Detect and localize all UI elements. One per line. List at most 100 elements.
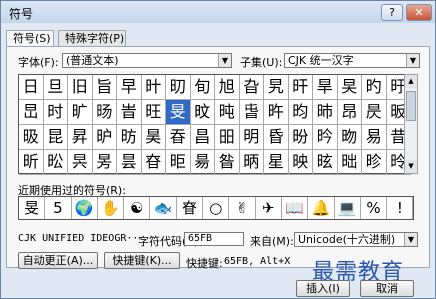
- recent-symbol[interactable]: 🌍: [72, 197, 98, 219]
- symbol-cell[interactable]: 昌: [190, 125, 215, 150]
- recent-symbol[interactable]: 5: [45, 197, 72, 219]
- symbol-cell[interactable]: 旿: [264, 100, 289, 125]
- symbol-cell[interactable]: 旨: [92, 75, 117, 100]
- recent-symbol[interactable]: ✌: [229, 197, 256, 219]
- grid-scrollbar[interactable]: ▲ ▼: [404, 74, 418, 174]
- symbol-cell[interactable]: 旲: [337, 75, 362, 100]
- symbol-cell[interactable]: 昕: [19, 150, 44, 175]
- symbol-cell[interactable]: 昐: [288, 125, 313, 150]
- symbol-cell[interactable]: 昒: [337, 125, 362, 150]
- autocorrect-button[interactable]: 自动更正(A)...: [18, 252, 98, 269]
- symbol-cell[interactable]: 昗: [68, 150, 93, 175]
- from-select-value: Unicode(十六进制): [298, 233, 396, 246]
- symbol-cell[interactable]: 易: [362, 125, 387, 150]
- symbol-cell[interactable]: 昍: [215, 125, 240, 150]
- subset-select[interactable]: CJK 统一汉字 ▼: [284, 53, 420, 68]
- symbol-cell[interactable]: 旮: [239, 75, 264, 100]
- recent-symbol[interactable]: ☯: [124, 197, 151, 219]
- symbol-cell[interactable]: 旼: [190, 100, 215, 125]
- recent-symbol[interactable]: 旻: [19, 197, 46, 219]
- symbol-cell[interactable]: 旺: [141, 100, 166, 125]
- symbol-cell[interactable]: 旭: [215, 75, 240, 100]
- font-select[interactable]: (普通文本) ▼: [62, 53, 232, 68]
- symbol-cell[interactable]: 昞: [239, 150, 264, 175]
- symbol-grid[interactable]: 日旦旧旨早旪旫旬旭旮旯旰旱旲旳旴旵时旷旸旹旺旻旼旽旾旿昀昁昂昃昄昅昆昇昈昉昊昋昌…: [18, 74, 411, 175]
- symbol-cell[interactable]: 昋: [166, 125, 191, 150]
- shortcut-key-button[interactable]: 快捷键(K)...: [104, 252, 180, 269]
- symbol-cell[interactable]: 旻: [166, 100, 191, 125]
- help-button[interactable]: ?: [381, 4, 403, 21]
- recent-symbol[interactable]: ○: [203, 197, 230, 219]
- symbol-cell[interactable]: 明: [239, 125, 264, 150]
- recent-symbol[interactable]: 💻: [335, 197, 361, 219]
- scroll-up-icon[interactable]: ▲: [405, 75, 417, 88]
- symbol-cell[interactable]: 昝: [215, 150, 240, 175]
- symbol-cell[interactable]: 旹: [117, 100, 142, 125]
- symbol-cell[interactable]: 旵: [19, 100, 44, 125]
- symbol-cell[interactable]: 昛: [166, 150, 191, 175]
- window-title: 符号: [9, 7, 34, 21]
- symbol-cell[interactable]: 旸: [92, 100, 117, 125]
- symbol-cell[interactable]: 映: [288, 150, 313, 175]
- recent-symbol[interactable]: 📖: [282, 197, 309, 219]
- cancel-button[interactable]: 取消: [360, 280, 414, 297]
- close-button[interactable]: ✕: [406, 4, 432, 21]
- symbol-cell[interactable]: 昖: [43, 150, 68, 175]
- symbol-cell[interactable]: 昚: [141, 150, 166, 175]
- symbol-cell[interactable]: 昇: [68, 125, 93, 150]
- symbol-cell[interactable]: 昁: [313, 100, 338, 125]
- symbol-cell[interactable]: 昣: [362, 150, 387, 175]
- symbol-cell[interactable]: 旦: [43, 75, 68, 100]
- title-bar[interactable]: 符号 ? ✕: [1, 1, 435, 23]
- chevron-down-icon[interactable]: ▼: [218, 54, 231, 67]
- from-select[interactable]: Unicode(十六进制) ▼: [294, 232, 418, 247]
- tab-symbols[interactable]: 符号(S): [6, 30, 54, 47]
- symbol-cell[interactable]: 昃: [362, 100, 387, 125]
- recent-symbol[interactable]: ✋: [98, 197, 125, 219]
- symbol-cell[interactable]: 旬: [190, 75, 215, 100]
- symbol-cell[interactable]: 旪: [141, 75, 166, 100]
- symbol-cell[interactable]: 昏: [264, 125, 289, 150]
- recent-symbols[interactable]: 旻 5 🌍 ✋ ☯ 🐟 眘 ○ ✌ ✈ 📖 🔔 💻%!: [18, 196, 414, 220]
- symbol-cell[interactable]: 昊: [141, 125, 166, 150]
- symbol-cell[interactable]: 昀: [288, 100, 313, 125]
- symbol-cell[interactable]: 旫: [166, 75, 191, 100]
- symbol-cell[interactable]: 旽: [215, 100, 240, 125]
- symbol-cell[interactable]: 早: [117, 75, 142, 100]
- recent-symbol[interactable]: ✈: [256, 197, 282, 219]
- recent-symbol[interactable]: 🔔: [308, 197, 335, 219]
- symbol-cell[interactable]: 旳: [362, 75, 387, 100]
- chevron-down-icon[interactable]: ▼: [404, 233, 417, 246]
- symbol-cell[interactable]: 星: [264, 150, 289, 175]
- chevron-down-icon[interactable]: ▼: [406, 54, 419, 67]
- symbol-cell[interactable]: 旧: [68, 75, 93, 100]
- symbol-cell[interactable]: 时: [43, 100, 68, 125]
- symbol-cell[interactable]: 昈: [92, 125, 117, 150]
- symbol-cell[interactable]: 日: [19, 75, 44, 100]
- insert-button[interactable]: 插入(I): [296, 280, 350, 297]
- recent-symbol[interactable]: !: [387, 197, 414, 219]
- symbol-cell[interactable]: 昂: [337, 100, 362, 125]
- symbol-cell[interactable]: 昢: [337, 150, 362, 175]
- symbol-cell[interactable]: 昉: [117, 125, 142, 150]
- symbol-cell[interactable]: 昆: [43, 125, 68, 150]
- symbol-cell[interactable]: 旾: [239, 100, 264, 125]
- tab-special-characters[interactable]: 特殊字符(P): [58, 30, 126, 46]
- char-code-input[interactable]: 65FB: [184, 232, 244, 246]
- symbol-cell[interactable]: 昜: [190, 150, 215, 175]
- symbol-cell[interactable]: 昡: [313, 150, 338, 175]
- symbol-cell[interactable]: 旱: [313, 75, 338, 100]
- symbol-cell[interactable]: 旯: [264, 75, 289, 100]
- symbol-cell[interactable]: 昙: [117, 150, 142, 175]
- recent-symbol[interactable]: %: [361, 197, 388, 219]
- shortcut-label: 快捷键:: [186, 257, 223, 270]
- symbol-cell[interactable]: 旰: [288, 75, 313, 100]
- recent-symbol[interactable]: 🐟: [151, 197, 177, 219]
- scroll-down-icon[interactable]: ▼: [405, 160, 417, 173]
- symbol-cell[interactable]: 昘: [92, 150, 117, 175]
- symbol-cell[interactable]: 旷: [68, 100, 93, 125]
- scroll-thumb[interactable]: [406, 91, 416, 121]
- recent-symbol[interactable]: 眘: [177, 197, 204, 219]
- symbol-cell[interactable]: 昑: [313, 125, 338, 150]
- symbol-cell[interactable]: 昅: [19, 125, 44, 150]
